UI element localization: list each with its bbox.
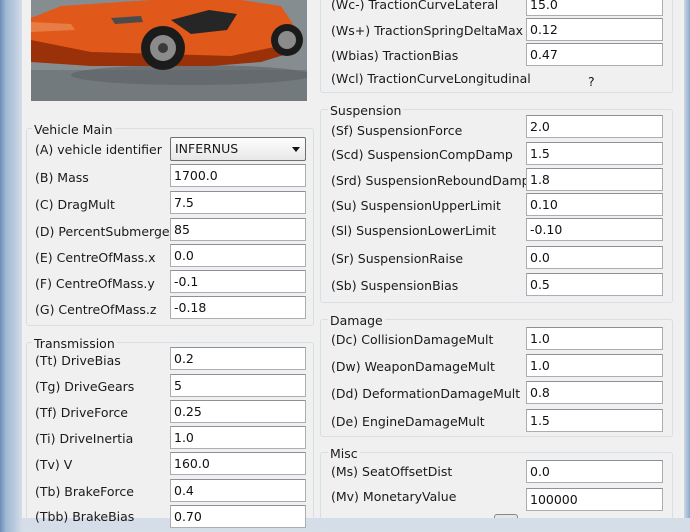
deformation-damage-mult-field[interactable]: 0.8 [526,381,663,404]
vehicle-preview-image [31,0,307,101]
suspension-rebound-damp-label: (Srd) SuspensionReboundDamp [331,173,530,188]
suspension-rebound-damp-field[interactable]: 1.8 [526,168,663,191]
vehicle-identifier-value: INFERNUS [175,141,239,156]
suspension-force-field[interactable]: 2.0 [526,115,663,138]
percent-submerged-label: (D) PercentSubmerged [35,224,178,239]
engine-damage-mult-label: (De) EngineDamageMult [331,414,485,429]
traction-curve-longitudinal-value: ? [588,74,595,89]
window-frame-right [684,0,690,518]
suspension-upper-limit-field[interactable]: 0.10 [526,193,663,216]
engine-damage-mult-field[interactable]: 1.5 [526,409,663,432]
drag-mult-label: (C) DragMult [35,197,115,212]
mass-field[interactable]: 1700.0 [170,164,306,187]
seat-offset-dist-field[interactable]: 0.0 [526,460,663,483]
suspension-raise-label: (Sr) SuspensionRaise [331,251,464,266]
misc-partial-button[interactable] [494,514,518,518]
misc-title: Misc [328,446,360,461]
drive-gears-label: (Tg) DriveGears [35,379,135,394]
suspension-upper-limit-label: (Su) SuspensionUpperLimit [331,198,501,213]
drive-gears-field[interactable]: 5 [170,374,306,397]
chevron-down-icon[interactable] [292,147,300,152]
brake-bias-label: (Tbb) BrakeBias [35,509,135,524]
traction-spring-delta-max-field[interactable]: 0.12 [526,18,663,41]
drive-inertia-label: (Ti) DriveInertia [35,431,134,446]
v-field[interactable]: 160.0 [170,452,306,475]
suspension-bias-field[interactable]: 0.5 [526,273,663,296]
drive-force-label: (Tf) DriveForce [35,405,128,420]
vehicle-identifier-label: (A) vehicle identifier [35,142,162,157]
monetary-value-label: (Mv) MonetaryValue [331,489,457,504]
deformation-damage-mult-label: (Dd) DeformationDamageMult [331,386,521,401]
brake-force-field[interactable]: 0.4 [170,479,306,502]
drive-bias-label: (Tt) DriveBias [35,353,121,368]
suspension-lower-limit-field[interactable]: -0.10 [526,218,663,241]
transmission-title: Transmission [32,336,117,351]
suspension-title: Suspension [328,103,404,118]
drive-inertia-field[interactable]: 1.0 [170,426,306,449]
traction-curve-lateral-label: (Wc-) TractionCurveLateral [331,0,499,12]
suspension-force-label: (Sf) SuspensionForce [331,123,463,138]
traction-bias-label: (Wbias) TractionBias [331,48,459,63]
suspension-bias-label: (Sb) SuspensionBias [331,278,459,293]
drag-mult-field[interactable]: 7.5 [170,191,306,214]
weapon-damage-mult-label: (Dw) WeaponDamageMult [331,359,495,374]
percent-submerged-field[interactable]: 85 [170,218,306,241]
drive-force-field[interactable]: 0.25 [170,400,306,423]
damage-title: Damage [328,313,385,328]
suspension-raise-field[interactable]: 0.0 [526,246,663,269]
drive-bias-field[interactable]: 0.2 [170,347,306,370]
collision-damage-mult-label: (Dc) CollisionDamageMult [331,332,494,347]
centre-of-mass-x-field[interactable]: 0.0 [170,244,306,267]
weapon-damage-mult-field[interactable]: 1.0 [526,354,663,377]
suspension-comp-damp-field[interactable]: 1.5 [526,142,663,165]
brake-force-label: (Tb) BrakeForce [35,484,134,499]
vehicle-identifier-select[interactable]: INFERNUS [170,137,306,161]
v-label: (Tv) V [35,457,73,472]
mass-label: (B) Mass [35,170,89,185]
vehicle-main-title: Vehicle Main [32,122,115,137]
brake-bias-field[interactable]: 0.70 [170,505,306,528]
monetary-value-field[interactable]: 100000 [526,488,663,511]
collision-damage-mult-field[interactable]: 1.0 [526,327,663,350]
centre-of-mass-z-field[interactable]: -0.18 [170,296,306,319]
suspension-comp-damp-label: (Scd) SuspensionCompDamp [331,147,513,162]
traction-spring-delta-max-label: (Ws+) TractionSpringDeltaMax [331,23,524,38]
suspension-lower-limit-label: (Sl) SuspensionLowerLimit [331,223,497,238]
traction-curve-longitudinal-label: (Wcl) TractionCurveLongitudinal [331,71,531,86]
centre-of-mass-y-label: (F) CentreOfMass.y [35,276,155,291]
centre-of-mass-z-label: (G) CentreOfMass.z [35,302,157,317]
centre-of-mass-y-field[interactable]: -0.1 [170,270,306,293]
traction-curve-lateral-field[interactable]: 15.0 [526,0,663,16]
traction-bias-field[interactable]: 0.47 [526,43,663,66]
centre-of-mass-x-label: (E) CentreOfMass.x [35,250,156,265]
seat-offset-dist-label: (Ms) SeatOffsetDist [331,464,453,479]
